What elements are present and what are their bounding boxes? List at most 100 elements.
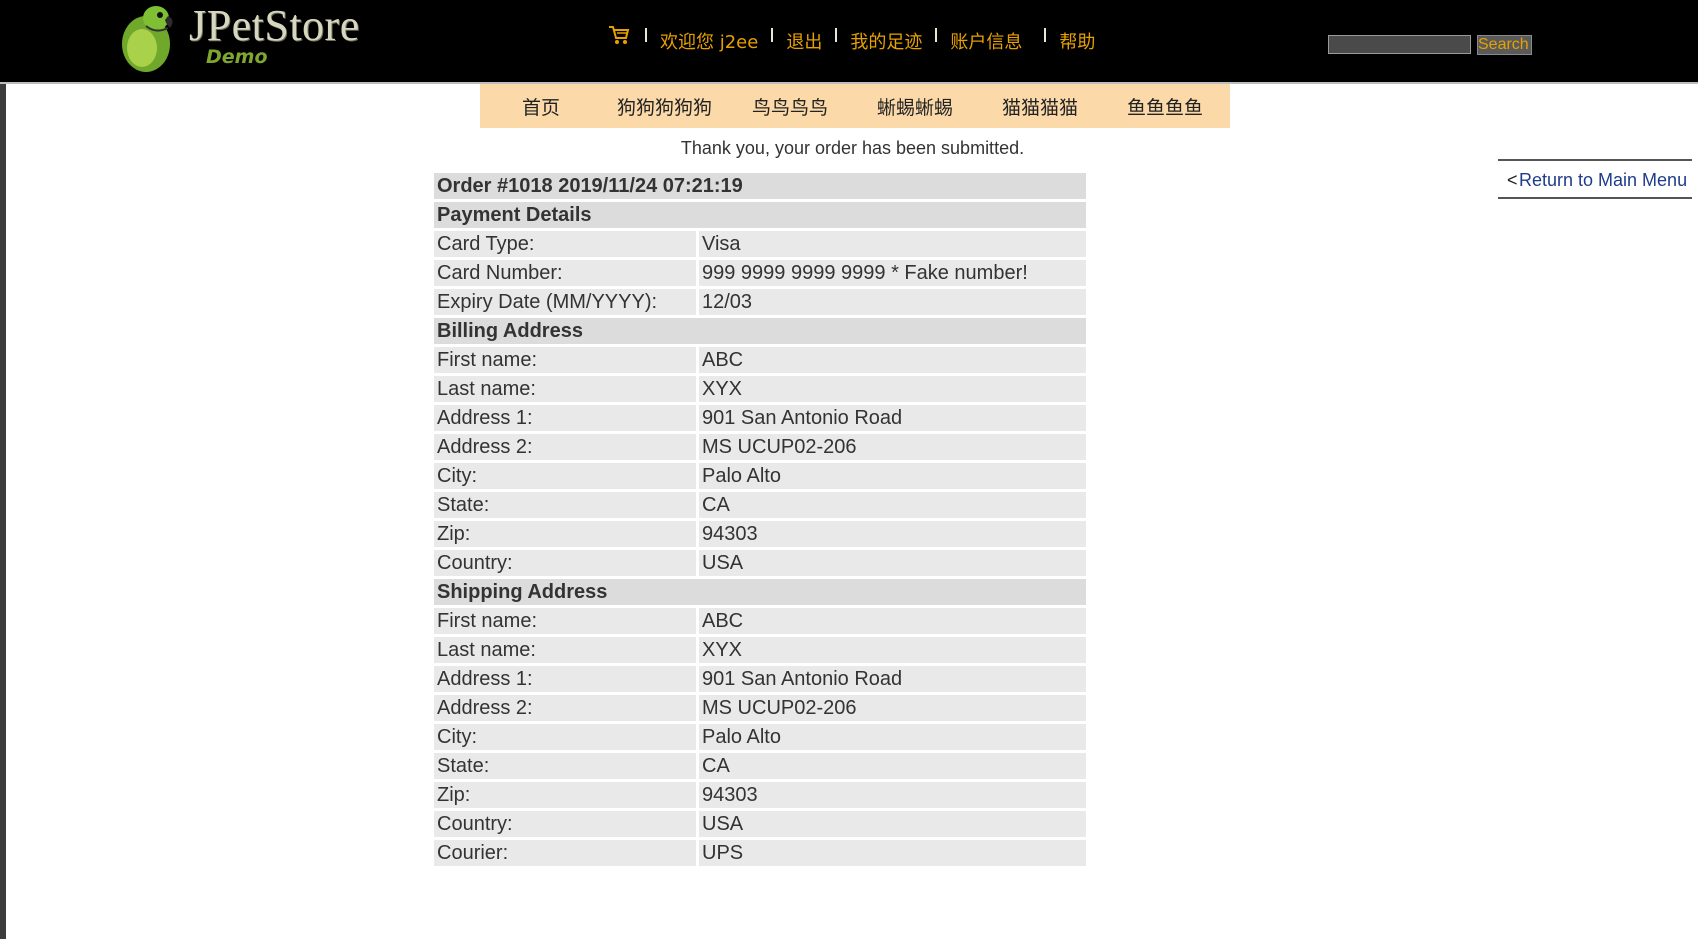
- table-row: Card Type: Visa: [434, 231, 1086, 257]
- order-title-row: Order #1018 2019/11/24 07:21:19: [434, 173, 1086, 199]
- billing-address-heading: Billing Address: [434, 318, 1086, 344]
- payment-details-heading: Payment Details: [434, 202, 1086, 228]
- shipping-country-value: USA: [699, 811, 1086, 837]
- order-title: Order #1018 2019/11/24 07:21:19: [434, 173, 1086, 199]
- section-row: Billing Address: [434, 318, 1086, 344]
- category-bar: 首页 狗狗狗狗狗 鸟鸟鸟鸟 蜥蜴蜥蜴 猫猫猫猫 鱼鱼鱼鱼: [480, 84, 1230, 128]
- page: JPetStore Demo 欢迎您 j2ee 退出 我的足迹 账户信息 帮助 …: [0, 0, 1698, 939]
- billing-first-name-label: First name:: [434, 347, 696, 373]
- table-row: Address 2: MS UCUP02-206: [434, 434, 1086, 460]
- table-row: City: Palo Alto: [434, 463, 1086, 489]
- shipping-last-name-label: Last name:: [434, 637, 696, 663]
- shipping-address1-value: 901 San Antonio Road: [699, 666, 1086, 692]
- shipping-address2-value: MS UCUP02-206: [699, 695, 1086, 721]
- table-row: First name: ABC: [434, 608, 1086, 634]
- order-details-table: Order #1018 2019/11/24 07:21:19 Payment …: [431, 170, 1089, 869]
- shipping-first-name-label: First name:: [434, 608, 696, 634]
- shipping-address1-label: Address 1:: [434, 666, 696, 692]
- category-fish[interactable]: 鱼鱼鱼鱼: [1127, 93, 1203, 120]
- top-menu: 欢迎您 j2ee 退出 我的足迹 账户信息 帮助: [608, 24, 1095, 58]
- billing-last-name-label: Last name:: [434, 376, 696, 402]
- billing-city-label: City:: [434, 463, 696, 489]
- table-row: First name: ABC: [434, 347, 1086, 373]
- billing-country-value: USA: [699, 550, 1086, 576]
- card-type-label: Card Type:: [434, 231, 696, 257]
- shipping-last-name-value: XYX: [699, 637, 1086, 663]
- header-bar: JPetStore Demo 欢迎您 j2ee 退出 我的足迹 账户信息 帮助 …: [0, 0, 1698, 84]
- category-birds[interactable]: 鸟鸟鸟鸟: [752, 93, 828, 120]
- table-row: Address 1: 901 San Antonio Road: [434, 405, 1086, 431]
- section-row: Payment Details: [434, 202, 1086, 228]
- return-to-main-menu-link[interactable]: Return to Main Menu: [1519, 170, 1687, 191]
- table-row: Last name: XYX: [434, 637, 1086, 663]
- table-row: Country: USA: [434, 811, 1086, 837]
- table-row: Address 2: MS UCUP02-206: [434, 695, 1086, 721]
- category-dogs[interactable]: 狗狗狗狗狗: [617, 93, 712, 120]
- billing-state-label: State:: [434, 492, 696, 518]
- billing-address1-value: 901 San Antonio Road: [699, 405, 1086, 431]
- logout-link[interactable]: 退出: [786, 28, 822, 54]
- logo[interactable]: JPetStore Demo: [116, 1, 386, 76]
- billing-zip-label: Zip:: [434, 521, 696, 547]
- return-prefix: <: [1507, 170, 1518, 190]
- table-row: Courier: UPS: [434, 840, 1086, 866]
- billing-zip-value: 94303: [699, 521, 1086, 547]
- billing-country-label: Country:: [434, 550, 696, 576]
- menu-separator: [645, 28, 647, 42]
- shipping-address-heading: Shipping Address: [434, 579, 1086, 605]
- table-row: City: Palo Alto: [434, 724, 1086, 750]
- account-info-link[interactable]: 账户信息: [950, 28, 1022, 54]
- return-menu-box: < Return to Main Menu: [1498, 159, 1692, 199]
- expiry-date-label: Expiry Date (MM/YYYY):: [434, 289, 696, 315]
- logo-subtitle: Demo: [206, 46, 268, 68]
- order-confirmation-message: Thank you, your order has been submitted…: [680, 138, 1025, 158]
- billing-address2-label: Address 2:: [434, 434, 696, 460]
- search-input[interactable]: [1328, 35, 1471, 54]
- table-row: State: CA: [434, 753, 1086, 779]
- billing-first-name-value: ABC: [699, 347, 1086, 373]
- card-type-value: Visa: [699, 231, 1086, 257]
- welcome-link[interactable]: 欢迎您 j2ee: [660, 28, 758, 54]
- section-row: Shipping Address: [434, 579, 1086, 605]
- billing-city-value: Palo Alto: [699, 463, 1086, 489]
- table-row: Zip: 94303: [434, 521, 1086, 547]
- table-row: Last name: XYX: [434, 376, 1086, 402]
- table-row: Address 1: 901 San Antonio Road: [434, 666, 1086, 692]
- shipping-first-name-value: ABC: [699, 608, 1086, 634]
- shipping-country-label: Country:: [434, 811, 696, 837]
- shipping-city-label: City:: [434, 724, 696, 750]
- menu-separator: [835, 28, 838, 42]
- billing-state-value: CA: [699, 492, 1086, 518]
- window-edge: [0, 0, 6, 939]
- table-row: State: CA: [434, 492, 1086, 518]
- billing-address2-value: MS UCUP02-206: [699, 434, 1086, 460]
- billing-last-name-value: XYX: [699, 376, 1086, 402]
- shipping-city-value: Palo Alto: [699, 724, 1086, 750]
- card-number-value: 999 9999 9999 9999 * Fake number!: [699, 260, 1086, 286]
- shopping-cart-icon[interactable]: [608, 24, 630, 46]
- table-row: Expiry Date (MM/YYYY): 12/03: [434, 289, 1086, 315]
- courier-value: UPS: [699, 840, 1086, 866]
- category-reptiles[interactable]: 蜥蜴蜥蜴: [877, 93, 953, 120]
- my-footprints-link[interactable]: 我的足迹: [850, 28, 922, 54]
- menu-separator: [771, 28, 774, 42]
- table-row: Zip: 94303: [434, 782, 1086, 808]
- menu-separator: [935, 28, 938, 42]
- category-cats[interactable]: 猫猫猫猫: [1002, 93, 1078, 120]
- logo-title: JPetStore: [189, 1, 360, 50]
- table-row: Card Number: 999 9999 9999 9999 * Fake n…: [434, 260, 1086, 286]
- shipping-address2-label: Address 2:: [434, 695, 696, 721]
- search-button[interactable]: Search: [1477, 35, 1532, 55]
- shipping-zip-label: Zip:: [434, 782, 696, 808]
- billing-address1-label: Address 1:: [434, 405, 696, 431]
- shipping-state-label: State:: [434, 753, 696, 779]
- menu-separator: [1044, 28, 1047, 42]
- category-home[interactable]: 首页: [522, 93, 560, 120]
- help-link[interactable]: 帮助: [1059, 28, 1095, 54]
- shipping-state-value: CA: [699, 753, 1086, 779]
- table-row: Country: USA: [434, 550, 1086, 576]
- courier-label: Courier:: [434, 840, 696, 866]
- card-number-label: Card Number:: [434, 260, 696, 286]
- shipping-zip-value: 94303: [699, 782, 1086, 808]
- expiry-date-value: 12/03: [699, 289, 1086, 315]
